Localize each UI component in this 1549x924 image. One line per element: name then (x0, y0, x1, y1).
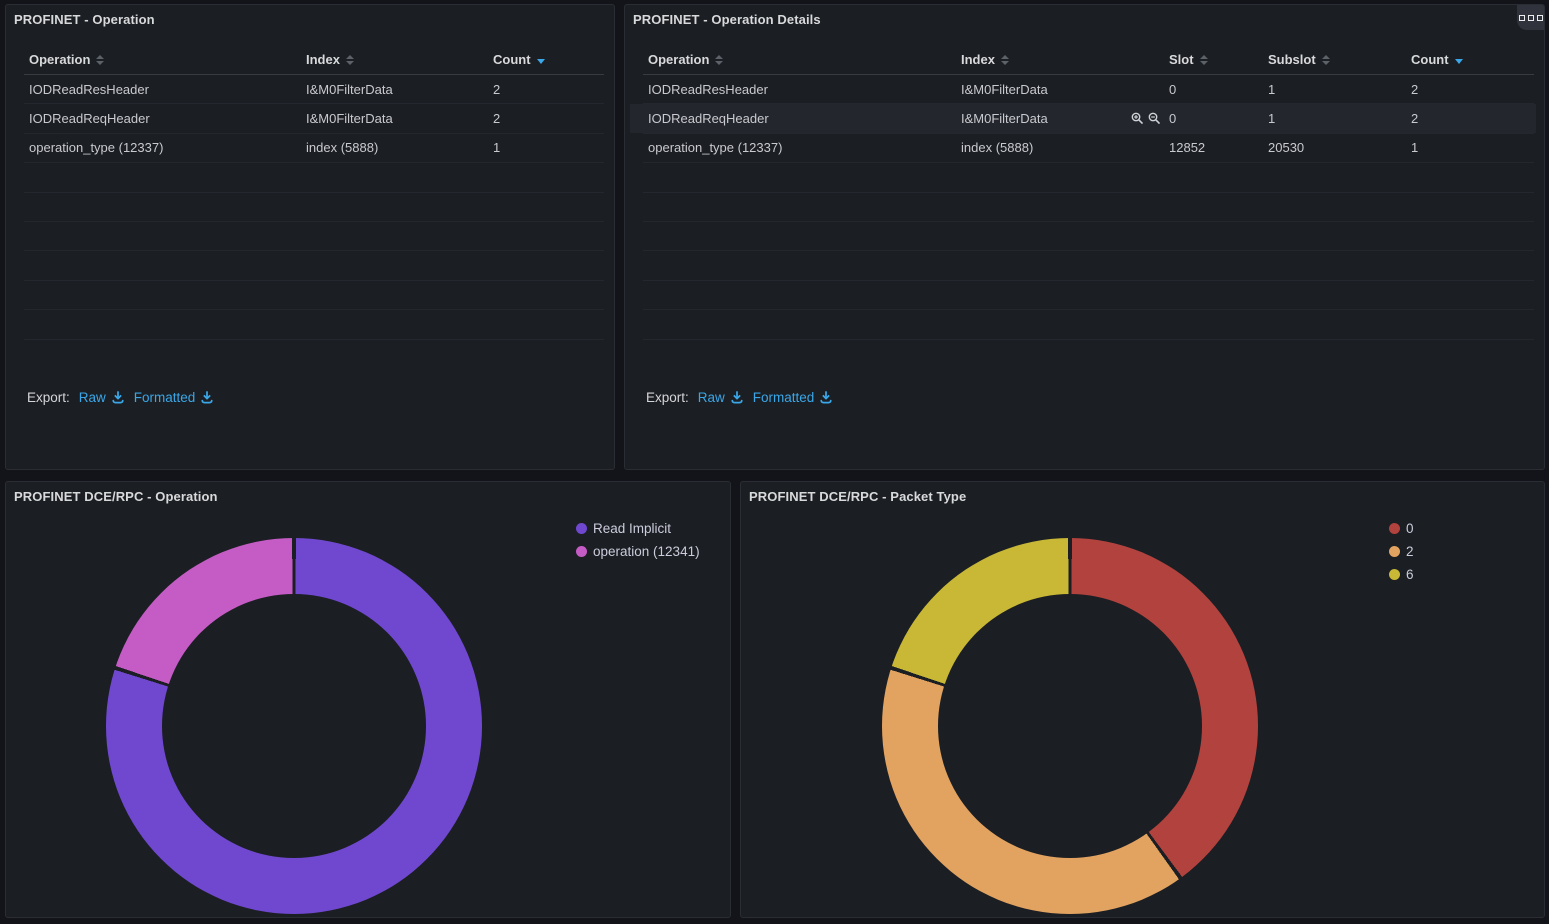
operation-details-table: Operation Index Slot Subslot Count (643, 45, 1534, 340)
legend-item[interactable]: 2 (1389, 543, 1414, 559)
download-icon (730, 390, 744, 404)
zoom-in-filter-icon[interactable] (1131, 112, 1144, 125)
empty-row (24, 281, 604, 310)
sort-desc-icon (1455, 59, 1463, 64)
column-header-slot[interactable]: Slot (1169, 52, 1268, 67)
empty-row (24, 222, 604, 251)
panel-profinet-operation: PROFINET - Operation Operation Index Cou… (5, 4, 615, 470)
legend-item[interactable]: Read Implicit (576, 520, 700, 536)
column-header-count[interactable]: Count (1411, 52, 1534, 67)
panel-title[interactable]: PROFINET - Operation Details (633, 12, 821, 27)
export-raw-link[interactable]: Raw (698, 390, 744, 405)
empty-row (643, 251, 1534, 280)
table-header-row: Operation Index Count (24, 45, 604, 75)
export-label: Export: (646, 390, 689, 405)
sort-desc-icon (537, 59, 545, 64)
donut-chart-packet-type[interactable] (882, 538, 1258, 914)
legend-color-dot (1389, 569, 1400, 580)
export-formatted-link[interactable]: Formatted (134, 390, 215, 405)
empty-row (643, 310, 1534, 339)
column-header-operation[interactable]: Operation (24, 52, 306, 67)
export-formatted-link[interactable]: Formatted (753, 390, 834, 405)
legend-color-dot (576, 546, 587, 557)
empty-row (643, 193, 1534, 222)
download-icon (200, 390, 214, 404)
column-header-index[interactable]: Index (306, 52, 493, 67)
empty-row (24, 310, 604, 339)
empty-row (643, 281, 1534, 310)
export-label: Export: (27, 390, 70, 405)
sort-icon (96, 55, 104, 65)
panel-dcerpc-operation: PROFINET DCE/RPC - Operation Read Implic… (5, 481, 731, 918)
legend-color-dot (1389, 523, 1400, 534)
operation-table: Operation Index Count IODReadResHeader I… (24, 45, 604, 340)
sort-icon (1001, 55, 1009, 65)
chart-legend: 0 2 6 (1389, 520, 1414, 582)
chart-legend: Read Implicit operation (12341) (576, 520, 700, 559)
export-row: Export: Raw Formatted (27, 387, 214, 407)
table-row: IODReadResHeader I&M0FilterData 2 (24, 75, 604, 104)
legend-item[interactable]: 0 (1389, 520, 1414, 536)
table-row-hovered: IODReadReqHeader I&M0FilterData 0 1 (643, 104, 1534, 133)
legend-item[interactable]: operation (12341) (576, 543, 700, 559)
download-icon (111, 390, 125, 404)
panel-title[interactable]: PROFINET - Operation (14, 12, 155, 27)
empty-row (643, 222, 1534, 251)
download-icon (819, 390, 833, 404)
column-header-index[interactable]: Index (961, 52, 1169, 67)
donut-chart-operation[interactable] (106, 538, 482, 914)
sort-icon (346, 55, 354, 65)
empty-row (24, 163, 604, 192)
zoom-out-filter-icon[interactable] (1148, 112, 1161, 125)
sort-icon (715, 55, 723, 65)
column-header-count[interactable]: Count (493, 52, 604, 67)
column-header-operation[interactable]: Operation (643, 52, 961, 67)
sort-icon (1322, 55, 1330, 65)
panel-dcerpc-packet-type: PROFINET DCE/RPC - Packet Type 0 2 6 (740, 481, 1545, 918)
panel-title[interactable]: PROFINET DCE/RPC - Packet Type (749, 489, 966, 504)
empty-row (643, 163, 1534, 192)
table-row: operation_type (12337) index (5888) 1285… (643, 134, 1534, 163)
export-row: Export: Raw Formatted (646, 387, 833, 407)
empty-row (24, 193, 604, 222)
empty-row (24, 251, 604, 280)
panel-menu-button[interactable] (1517, 5, 1544, 30)
panel-profinet-operation-details: PROFINET - Operation Details Operation I… (624, 4, 1545, 470)
dashboard: PROFINET - Operation Operation Index Cou… (0, 0, 1549, 924)
sort-icon (1200, 55, 1208, 65)
legend-color-dot (576, 523, 587, 534)
table-row: operation_type (12337) index (5888) 1 (24, 134, 604, 163)
table-row: IODReadReqHeader I&M0FilterData 2 (24, 104, 604, 133)
table-header-row: Operation Index Slot Subslot Count (643, 45, 1534, 75)
legend-color-dot (1389, 546, 1400, 557)
legend-item[interactable]: 6 (1389, 566, 1414, 582)
export-raw-link[interactable]: Raw (79, 390, 125, 405)
cell-filter-icons (1131, 112, 1161, 125)
panel-title[interactable]: PROFINET DCE/RPC - Operation (14, 489, 218, 504)
column-header-subslot[interactable]: Subslot (1268, 52, 1411, 67)
table-row: IODReadResHeader I&M0FilterData 0 1 2 (643, 75, 1534, 104)
